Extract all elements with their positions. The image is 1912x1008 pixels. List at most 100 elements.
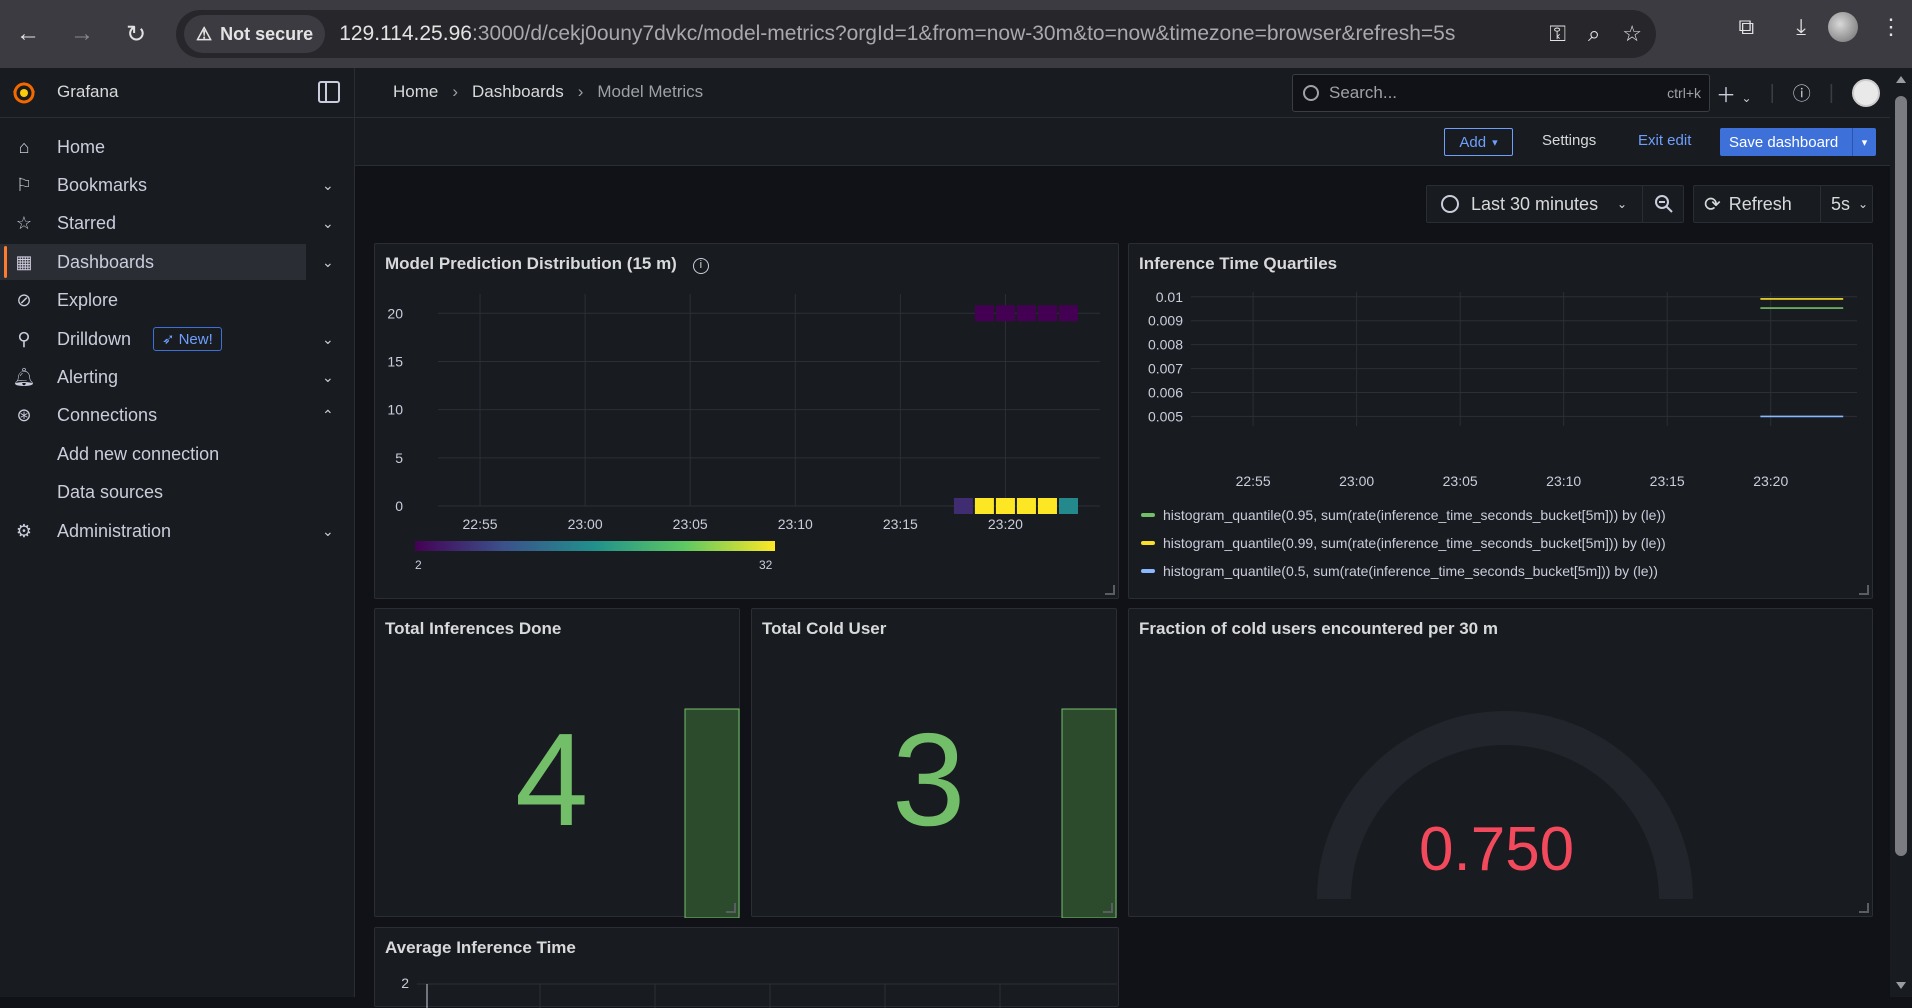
- resize-handle[interactable]: [1103, 903, 1113, 913]
- heatmap-cell[interactable]: [1016, 305, 1036, 322]
- panel-cold-user-fraction[interactable]: Fraction of cold users encountered per 3…: [1128, 608, 1873, 917]
- sidebar-item-administration[interactable]: ⚙ Administration ⌄: [0, 513, 340, 549]
- scroll-up-icon[interactable]: [1896, 76, 1906, 83]
- heatmap-cell[interactable]: [1058, 305, 1078, 322]
- resize-handle[interactable]: [726, 903, 736, 913]
- reload-icon[interactable]: ↻: [114, 12, 158, 56]
- resize-handle[interactable]: [1859, 585, 1869, 595]
- y-tick-label: 0: [395, 498, 403, 514]
- heatmap-cell[interactable]: [1037, 305, 1057, 322]
- sidebar-item-alerting[interactable]: 🔔︎ Alerting ⌄: [0, 359, 340, 395]
- y-tick-label: 2: [401, 975, 409, 991]
- avg-time-chart: 2: [401, 975, 1117, 1008]
- password-key-icon[interactable]: ⚿: [1549, 21, 1566, 47]
- heatmap-cell[interactable]: [995, 498, 1015, 514]
- sidebar-item-label: Home: [57, 136, 106, 157]
- x-tick-label: 23:15: [1650, 473, 1685, 489]
- security-label: Not secure: [220, 23, 314, 44]
- resize-handle[interactable]: [1859, 903, 1869, 913]
- heatmap-cell[interactable]: [1058, 498, 1078, 514]
- x-tick-label: 22:55: [463, 516, 498, 532]
- search-placeholder: Search...: [1329, 83, 1398, 102]
- sidebar-item-dashboards[interactable]: ▦ Dashboards: [0, 244, 306, 280]
- panel-model-prediction-distribution[interactable]: Model Prediction Distribution (15 m) i 2 …: [374, 243, 1119, 599]
- sidebar-divider: [354, 68, 355, 997]
- page-scrollbar[interactable]: [1890, 68, 1912, 997]
- heatmap-cell[interactable]: [995, 305, 1015, 322]
- heatmap-cell[interactable]: [974, 498, 994, 514]
- refresh-button[interactable]: ⟳ Refresh 5s ⌄: [1693, 185, 1873, 223]
- chevron-down-icon[interactable]: ⌄: [322, 331, 334, 348]
- sidebar-item-add-new-connection[interactable]: Add new connection: [0, 436, 340, 472]
- search-input[interactable]: Search... ctrl+k: [1292, 74, 1710, 112]
- sidebar-item-bookmarks[interactable]: ⚐ Bookmarks ⌄: [0, 167, 340, 203]
- refresh-interval-picker[interactable]: 5s ⌄: [1820, 186, 1868, 222]
- chevron-down-icon[interactable]: ▾: [1852, 128, 1876, 156]
- exit-edit-button[interactable]: Exit edit: [1638, 132, 1691, 149]
- profile-avatar[interactable]: [1828, 12, 1858, 42]
- settings-button[interactable]: Settings: [1542, 132, 1596, 149]
- scrollbar-thumb[interactable]: [1895, 96, 1907, 856]
- chevron-down-icon[interactable]: ⌄: [322, 215, 334, 232]
- panel-average-inference-time[interactable]: Average Inference Time 2: [374, 927, 1119, 1008]
- help-icon[interactable]: ⓘ: [1793, 80, 1811, 106]
- dashboards-grid-icon: ▦: [15, 251, 33, 272]
- panel-total-cold-user[interactable]: Total Cold User 3: [751, 608, 1117, 918]
- extensions-icon[interactable]: ⧉: [1739, 14, 1755, 40]
- address-bar[interactable]: ⚠ Not secure 129.114.25.96:3000/d/cekj0o…: [176, 10, 1656, 58]
- panel-inference-time-quartiles[interactable]: Inference Time Quartiles 22:55 23:00 23:05…: [1128, 243, 1873, 599]
- sidebar-item-starred[interactable]: ☆ Starred ⌄: [0, 205, 340, 241]
- sidebar-item-connections[interactable]: ⊛ Connections ⌃: [0, 397, 340, 433]
- heatmap-cell[interactable]: [1037, 498, 1057, 514]
- grafana-logo-icon[interactable]: [12, 81, 36, 105]
- heatmap-cell[interactable]: [974, 305, 994, 322]
- download-icon[interactable]: ⤓: [1796, 14, 1806, 40]
- sidebar-item-explore[interactable]: ⊘ Explore: [0, 282, 340, 318]
- chevron-down-icon[interactable]: ⌄: [322, 254, 334, 271]
- y-tick-label: 20: [387, 305, 403, 321]
- breadcrumb-dashboards[interactable]: Dashboards: [472, 82, 564, 102]
- sidebar-item-label: Explore: [57, 289, 119, 310]
- zoom-out-button[interactable]: [1642, 185, 1684, 223]
- breadcrumb-home[interactable]: Home: [393, 82, 438, 102]
- zoom-icon[interactable]: ⌕: [1588, 21, 1600, 47]
- back-arrow-icon[interactable]: ←: [6, 12, 50, 56]
- user-avatar[interactable]: [1852, 79, 1880, 107]
- dock-menu-icon[interactable]: [318, 81, 340, 103]
- bookmark-star-icon[interactable]: ☆: [1622, 21, 1642, 47]
- sidebar-item-home[interactable]: ⌂ Home: [0, 129, 340, 165]
- browser-menu-icon[interactable]: ⋮: [1880, 14, 1902, 40]
- chevron-down-icon: ⌄: [1858, 197, 1869, 211]
- resize-handle[interactable]: [1105, 585, 1115, 595]
- legend-label[interactable]: histogram_quantile(0.5, sum(rate(inferen…: [1163, 563, 1658, 579]
- bell-icon: 🔔︎: [12, 366, 36, 387]
- url-text[interactable]: 129.114.25.96:3000/d/cekj0ouny7dvkc/mode…: [339, 22, 1455, 46]
- y-tick-label: 0.007: [1148, 361, 1183, 377]
- heatmap-cell[interactable]: [953, 498, 973, 514]
- scale-max-label: 32: [759, 558, 773, 572]
- quartiles-chart: 22:55 23:00 23:05 23:10 23:15 23:20 0.005 0.006…: [1141, 289, 1857, 579]
- security-chip[interactable]: ⚠ Not secure: [184, 15, 326, 53]
- chevron-down-icon[interactable]: ⌄: [322, 523, 334, 540]
- forward-arrow-icon[interactable]: →: [60, 12, 104, 56]
- chevron-down-icon: ▾: [1492, 136, 1498, 149]
- chevron-down-icon[interactable]: ⌄: [322, 369, 334, 386]
- chevron-down-icon[interactable]: ⌄: [322, 177, 334, 194]
- heatmap-cell[interactable]: [1016, 498, 1036, 514]
- x-tick-label: 23:20: [988, 516, 1023, 532]
- chevron-up-icon[interactable]: ⌃: [322, 407, 334, 424]
- star-icon: ☆: [15, 212, 33, 233]
- legend-swatch: [1141, 513, 1155, 517]
- legend-label[interactable]: histogram_quantile(0.95, sum(rate(infere…: [1163, 507, 1666, 523]
- save-dashboard-button[interactable]: Save dashboard ▾: [1720, 128, 1876, 156]
- new-plus-icon[interactable]: ＋ ⌄: [1716, 79, 1752, 108]
- add-button[interactable]: Add ▾: [1444, 128, 1513, 156]
- legend-label[interactable]: histogram_quantile(0.99, sum(rate(infere…: [1163, 535, 1666, 551]
- sidebar-item-drilldown[interactable]: ⚲ Drilldown ➶ New! ⌄: [0, 321, 340, 357]
- panel-total-inferences[interactable]: Total Inferences Done 4: [374, 608, 740, 918]
- heatmap-chart: 2 32 22:55 23:00 23:05 23:10 23:15 23:20 0 5 10 1…: [387, 294, 1100, 572]
- scroll-down-icon[interactable]: [1896, 982, 1906, 989]
- sidebar-item-data-sources[interactable]: Data sources: [0, 474, 340, 510]
- home-icon: ⌂: [18, 136, 30, 157]
- sidebar-item-label: Add new connection: [57, 443, 220, 464]
